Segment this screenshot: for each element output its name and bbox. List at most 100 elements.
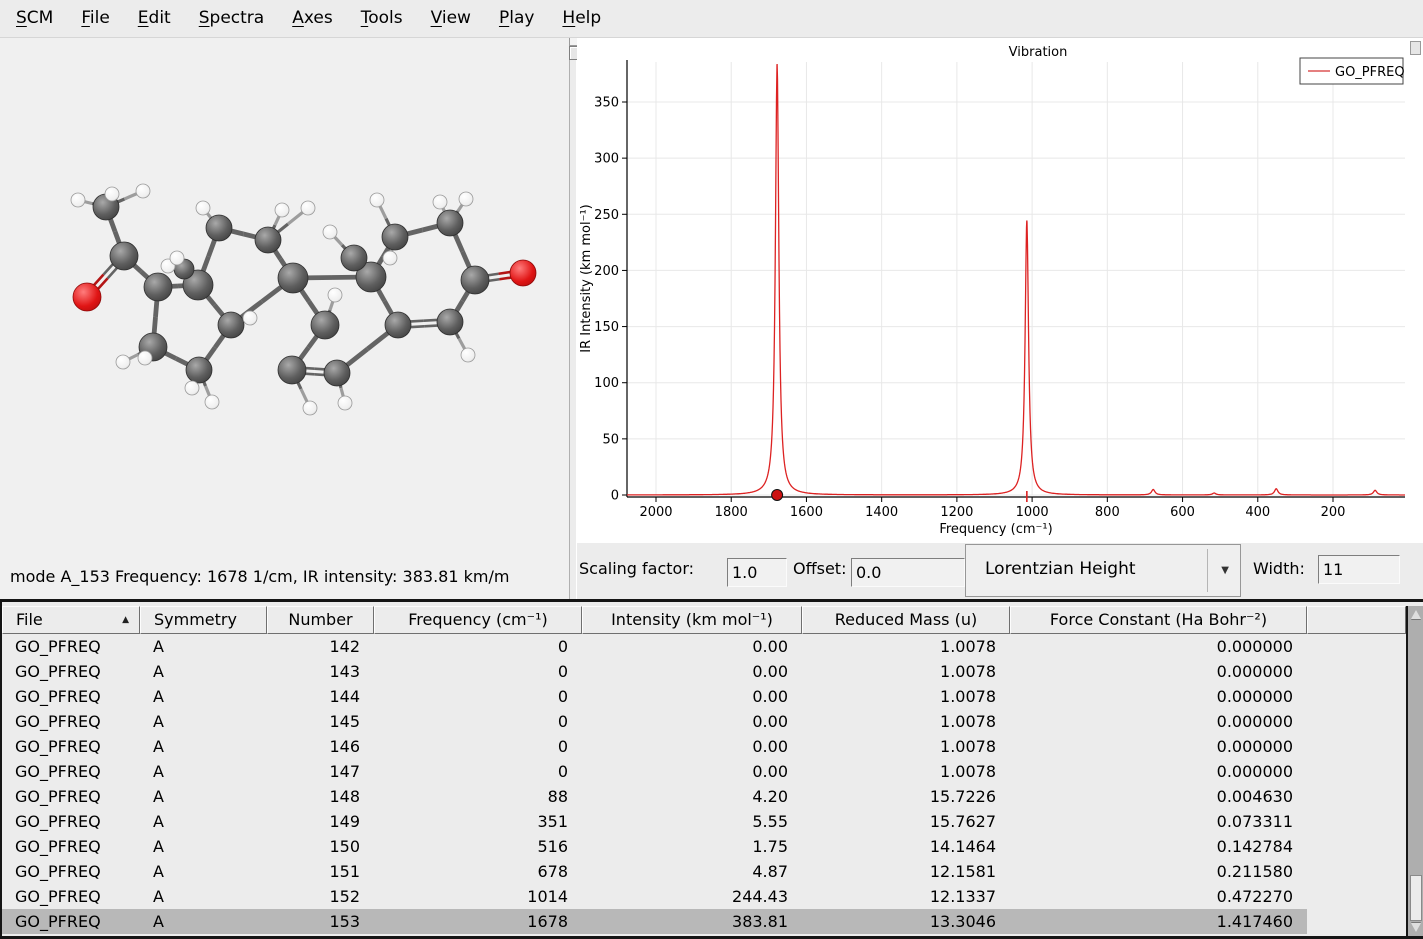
cell-file[interactable]: GO_PFREQ [2, 709, 140, 734]
cell-reduced[interactable]: 13.3046 [802, 909, 1010, 934]
cell-intensity[interactable]: 4.20 [582, 784, 802, 809]
vertical-splitter[interactable] [569, 38, 577, 599]
atom-H[interactable] [303, 401, 317, 415]
atom-H[interactable] [275, 203, 289, 217]
cell-intensity[interactable]: 383.81 [582, 909, 802, 934]
cell-file[interactable]: GO_PFREQ [2, 834, 140, 859]
cell-reduced[interactable]: 1.0078 [802, 759, 1010, 784]
cell-reduced[interactable]: 15.7627 [802, 809, 1010, 834]
cell-file[interactable]: GO_PFREQ [2, 909, 140, 934]
column-header-file[interactable]: File▲ [2, 606, 140, 634]
cell-reduced[interactable]: 1.0078 [802, 709, 1010, 734]
cell-symmetry[interactable]: A [140, 784, 267, 809]
column-header-intensity[interactable]: Intensity (km mol⁻¹) [582, 606, 802, 634]
atom-C[interactable] [382, 224, 408, 250]
cell-number[interactable]: 148 [267, 784, 374, 809]
atom-H[interactable] [328, 288, 342, 302]
column-header-number[interactable]: Number [267, 606, 374, 634]
cell-number[interactable]: 146 [267, 734, 374, 759]
atom-H[interactable] [383, 251, 397, 265]
atom-H[interactable] [338, 396, 352, 410]
cell-file[interactable]: GO_PFREQ [2, 859, 140, 884]
cell-force[interactable]: 0.000000 [1010, 684, 1307, 709]
menu-item-axes[interactable]: Axes [278, 6, 347, 32]
selected-mode-marker[interactable] [772, 490, 783, 501]
cell-symmetry[interactable]: A [140, 884, 267, 909]
atom-C[interactable] [278, 356, 306, 384]
cell-file[interactable]: GO_PFREQ [2, 809, 140, 834]
cell-number[interactable]: 143 [267, 659, 374, 684]
cell-reduced[interactable]: 14.1464 [802, 834, 1010, 859]
cell-frequency[interactable]: 0 [374, 709, 582, 734]
chevron-down-icon[interactable]: ▼ [1221, 565, 1229, 576]
cell-frequency[interactable]: 88 [374, 784, 582, 809]
atom-C[interactable] [324, 360, 350, 386]
cell-intensity[interactable]: 244.43 [582, 884, 802, 909]
atom-O[interactable] [510, 260, 536, 286]
atom-C[interactable] [437, 210, 463, 236]
menu-item-spectra[interactable]: Spectra [185, 6, 278, 32]
menu-item-help[interactable]: Help [548, 6, 615, 32]
atom-H[interactable] [301, 201, 315, 215]
cell-file[interactable]: GO_PFREQ [2, 784, 140, 809]
cell-file[interactable]: GO_PFREQ [2, 884, 140, 909]
cell-number[interactable]: 145 [267, 709, 374, 734]
atom-O[interactable] [73, 283, 101, 311]
cell-number[interactable]: 149 [267, 809, 374, 834]
atom-H[interactable] [196, 201, 210, 215]
atom-C[interactable] [437, 309, 463, 335]
cell-force[interactable]: 0.000000 [1010, 709, 1307, 734]
atom-C[interactable] [186, 357, 212, 383]
cell-intensity[interactable]: 0.00 [582, 709, 802, 734]
atom-C[interactable] [341, 245, 367, 271]
atom-C[interactable] [206, 215, 232, 241]
table-row[interactable]: GO_PFREQA148884.2015.72260.004630 [2, 784, 1307, 809]
column-header-symmetry[interactable]: Symmetry [140, 606, 267, 634]
cell-force[interactable]: 0.000000 [1010, 634, 1307, 659]
cell-file[interactable]: GO_PFREQ [2, 659, 140, 684]
cell-force[interactable]: 1.417460 [1010, 909, 1307, 934]
cell-symmetry[interactable]: A [140, 759, 267, 784]
cell-symmetry[interactable]: A [140, 734, 267, 759]
menu-item-file[interactable]: File [67, 6, 123, 32]
cell-file[interactable]: GO_PFREQ [2, 734, 140, 759]
cell-reduced[interactable]: 1.0078 [802, 684, 1010, 709]
atom-H[interactable] [116, 355, 130, 369]
cell-reduced[interactable]: 1.0078 [802, 659, 1010, 684]
cell-force[interactable]: 0.000000 [1010, 659, 1307, 684]
atom-C[interactable] [278, 263, 308, 293]
cell-intensity[interactable]: 0.00 [582, 634, 802, 659]
menu-item-edit[interactable]: Edit [124, 6, 185, 32]
cell-force[interactable]: 0.004630 [1010, 784, 1307, 809]
cell-frequency[interactable]: 0 [374, 659, 582, 684]
atom-C[interactable] [385, 312, 411, 338]
atom-C[interactable] [110, 242, 138, 270]
cell-frequency[interactable]: 0 [374, 634, 582, 659]
cell-number[interactable]: 142 [267, 634, 374, 659]
cell-frequency[interactable]: 678 [374, 859, 582, 884]
table-row[interactable]: GO_PFREQA14200.001.00780.000000 [2, 634, 1307, 659]
broadening-select[interactable]: Lorentzian Height ▼ [965, 544, 1241, 597]
atom-H[interactable] [185, 381, 199, 395]
atom-H[interactable] [459, 192, 473, 206]
cell-number[interactable]: 152 [267, 884, 374, 909]
menu-item-play[interactable]: Play [485, 6, 548, 32]
panel-grip-icon[interactable] [1410, 41, 1421, 55]
atom-H[interactable] [323, 225, 337, 239]
cell-symmetry[interactable]: A [140, 834, 267, 859]
atom-H[interactable] [105, 187, 119, 201]
column-header-force[interactable]: Force Constant (Ha Bohr⁻²) [1010, 606, 1307, 634]
cell-frequency[interactable]: 0 [374, 759, 582, 784]
atom-H[interactable] [138, 351, 152, 365]
cell-force[interactable]: 0.073311 [1010, 809, 1307, 834]
atom-H[interactable] [433, 195, 447, 209]
cell-symmetry[interactable]: A [140, 684, 267, 709]
table-row[interactable]: GO_PFREQA14600.001.00780.000000 [2, 734, 1307, 759]
cell-number[interactable]: 153 [267, 909, 374, 934]
cell-frequency[interactable]: 516 [374, 834, 582, 859]
spectrum-curve[interactable] [627, 64, 1405, 495]
cell-frequency[interactable]: 1678 [374, 909, 582, 934]
cell-symmetry[interactable]: A [140, 809, 267, 834]
cell-reduced[interactable]: 15.7226 [802, 784, 1010, 809]
menu-item-scm[interactable]: SCM [2, 6, 67, 32]
